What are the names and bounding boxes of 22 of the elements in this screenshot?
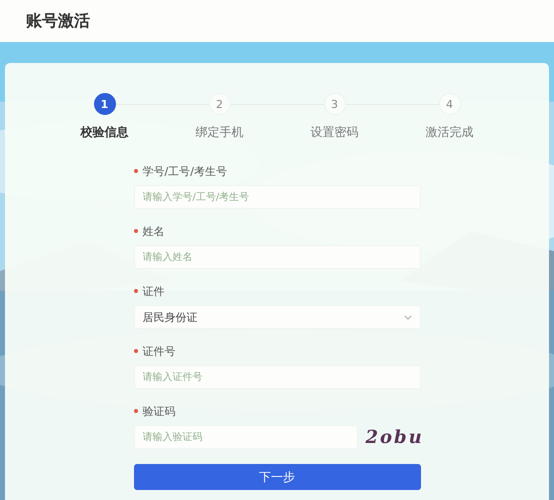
field-label: 证件号: [142, 344, 176, 358]
field-label: 验证码: [142, 404, 176, 418]
step-label: 绑定手机: [196, 124, 244, 141]
step-number[interactable]: 3: [324, 93, 346, 115]
input-field[interactable]: 请输入学号/工号/考生号: [134, 185, 420, 209]
field-label: 姓名: [142, 224, 164, 238]
step-label: 校验信息: [80, 124, 128, 141]
input-field[interactable]: 请输入证件号: [134, 365, 420, 389]
input-field[interactable]: 请输入验证码: [134, 425, 358, 449]
step-number[interactable]: 2: [208, 93, 230, 115]
chevron-down-icon: [404, 314, 412, 320]
page-title: 账号激活: [26, 10, 90, 32]
step-label: 设置密码: [310, 124, 358, 141]
step-number[interactable]: 4: [438, 93, 460, 115]
step-number[interactable]: 1: [94, 93, 116, 115]
step-label: 激活完成: [426, 124, 474, 141]
input-field[interactable]: 请输入姓名: [134, 245, 420, 269]
select-field[interactable]: 居民身份证: [134, 305, 420, 329]
next-button[interactable]: 下一步: [134, 464, 420, 490]
field-label: 证件: [142, 284, 164, 298]
field-label: 学号/工号/考生号: [142, 164, 227, 178]
captcha-image[interactable]: 2obu: [366, 425, 424, 449]
